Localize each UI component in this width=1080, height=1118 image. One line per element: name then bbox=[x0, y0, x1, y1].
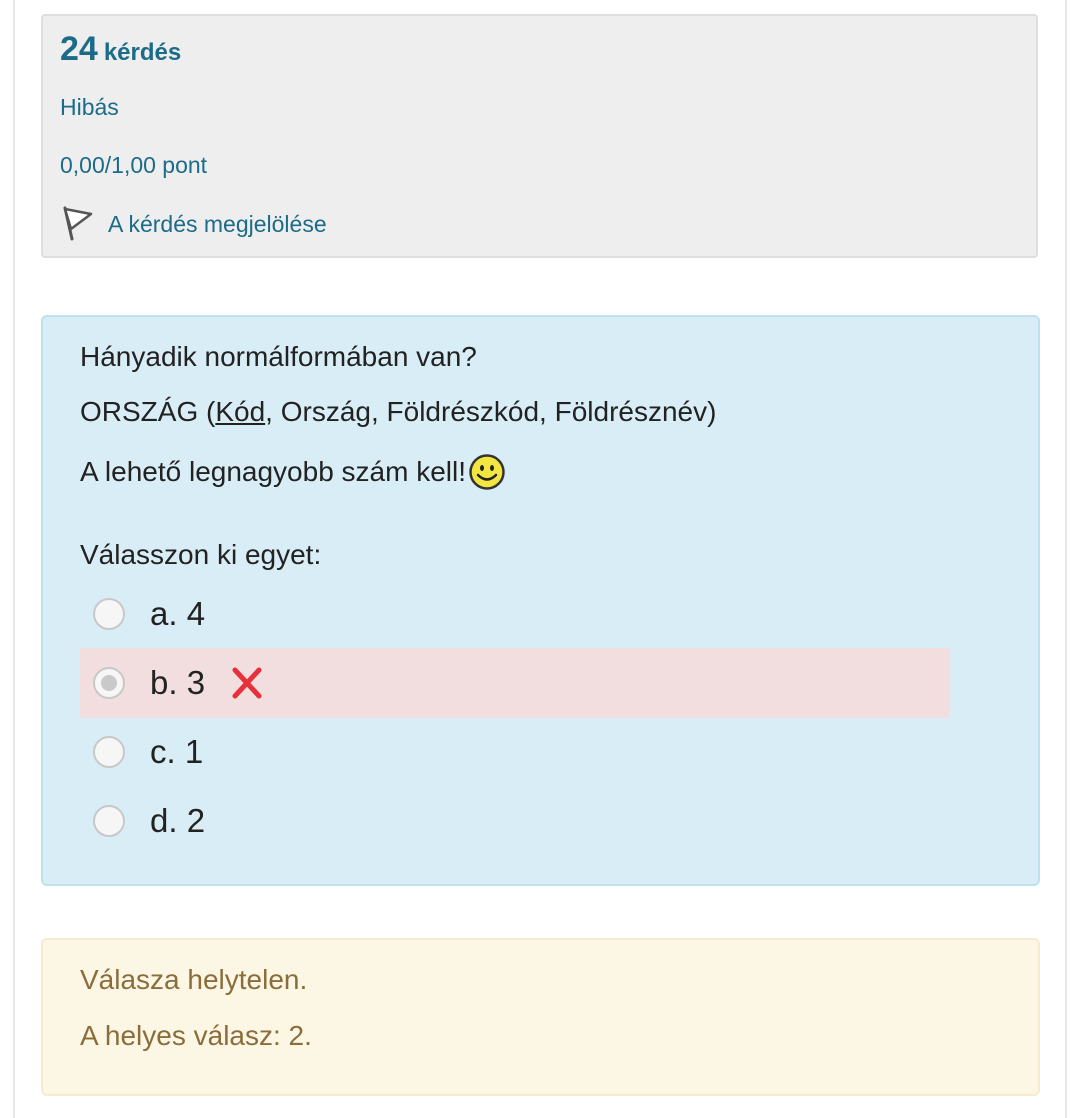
question-grade: 0,00/1,00 pont bbox=[60, 152, 208, 178]
question-text-line-3: A lehető legnagyobb szám kell! bbox=[80, 453, 506, 491]
flag-question-label: A kérdés megjelölése bbox=[108, 210, 327, 237]
relation-prefix: ORSZÁG ( bbox=[80, 396, 216, 427]
flag-question-link[interactable]: A kérdés megjelölése bbox=[60, 206, 327, 242]
smiley-icon bbox=[469, 454, 505, 490]
answer-label-a: a. 4 bbox=[150, 595, 206, 632]
question-number-word: kérdés bbox=[103, 39, 182, 66]
answer-prompt: Válasszon ki egyet: bbox=[80, 539, 322, 570]
answer-radio-a[interactable] bbox=[93, 598, 125, 630]
answer-label-d: d. 2 bbox=[150, 802, 206, 839]
answer-option-b[interactable]: b. 3 bbox=[80, 648, 950, 718]
answer-label-c: c. 1 bbox=[150, 733, 204, 770]
primary-key-attribute: Kód bbox=[215, 396, 266, 427]
flag-icon bbox=[63, 206, 93, 241]
feedback-correct-answer: A helyes válasz: 2. bbox=[80, 1020, 312, 1051]
answer-radio-d[interactable] bbox=[93, 805, 125, 837]
question-text-line-1: Hányadik normálformában van? bbox=[80, 341, 477, 372]
x-mark-icon bbox=[232, 667, 262, 699]
question-number-value: 24 bbox=[60, 30, 98, 68]
answer-radio-b[interactable] bbox=[93, 667, 125, 699]
answer-option-c[interactable]: c. 1 bbox=[80, 717, 950, 787]
question-info-panel: 24 kérdés Hibás 0,00/1,00 pont A kérdés m… bbox=[41, 14, 1038, 258]
feedback-panel: Válasza helytelen. A helyes válasz: 2. bbox=[41, 938, 1040, 1096]
feedback-result: Válasza helytelen. bbox=[80, 964, 308, 995]
question-content-panel: Hányadik normálformában van? ORSZÁG (Kód… bbox=[41, 315, 1040, 886]
answer-radio-c[interactable] bbox=[93, 736, 125, 768]
answer-option-d[interactable]: d. 2 bbox=[80, 786, 950, 856]
answer-option-a[interactable]: a. 4 bbox=[80, 579, 950, 649]
answer-label-b: b. 3 bbox=[150, 664, 206, 701]
relation-suffix: , Ország, Földrészkód, Földrésznév) bbox=[265, 396, 717, 427]
frame-border-right bbox=[1065, 0, 1067, 1118]
question-number: 24 kérdés bbox=[60, 30, 181, 69]
question-hint: A lehető legnagyobb szám kell! bbox=[80, 456, 467, 487]
question-text-line-2: ORSZÁG (Kód, Ország, Földrészkód, Földré… bbox=[80, 396, 716, 428]
question-state: Hibás bbox=[60, 94, 119, 120]
frame-border-left bbox=[13, 0, 15, 1118]
